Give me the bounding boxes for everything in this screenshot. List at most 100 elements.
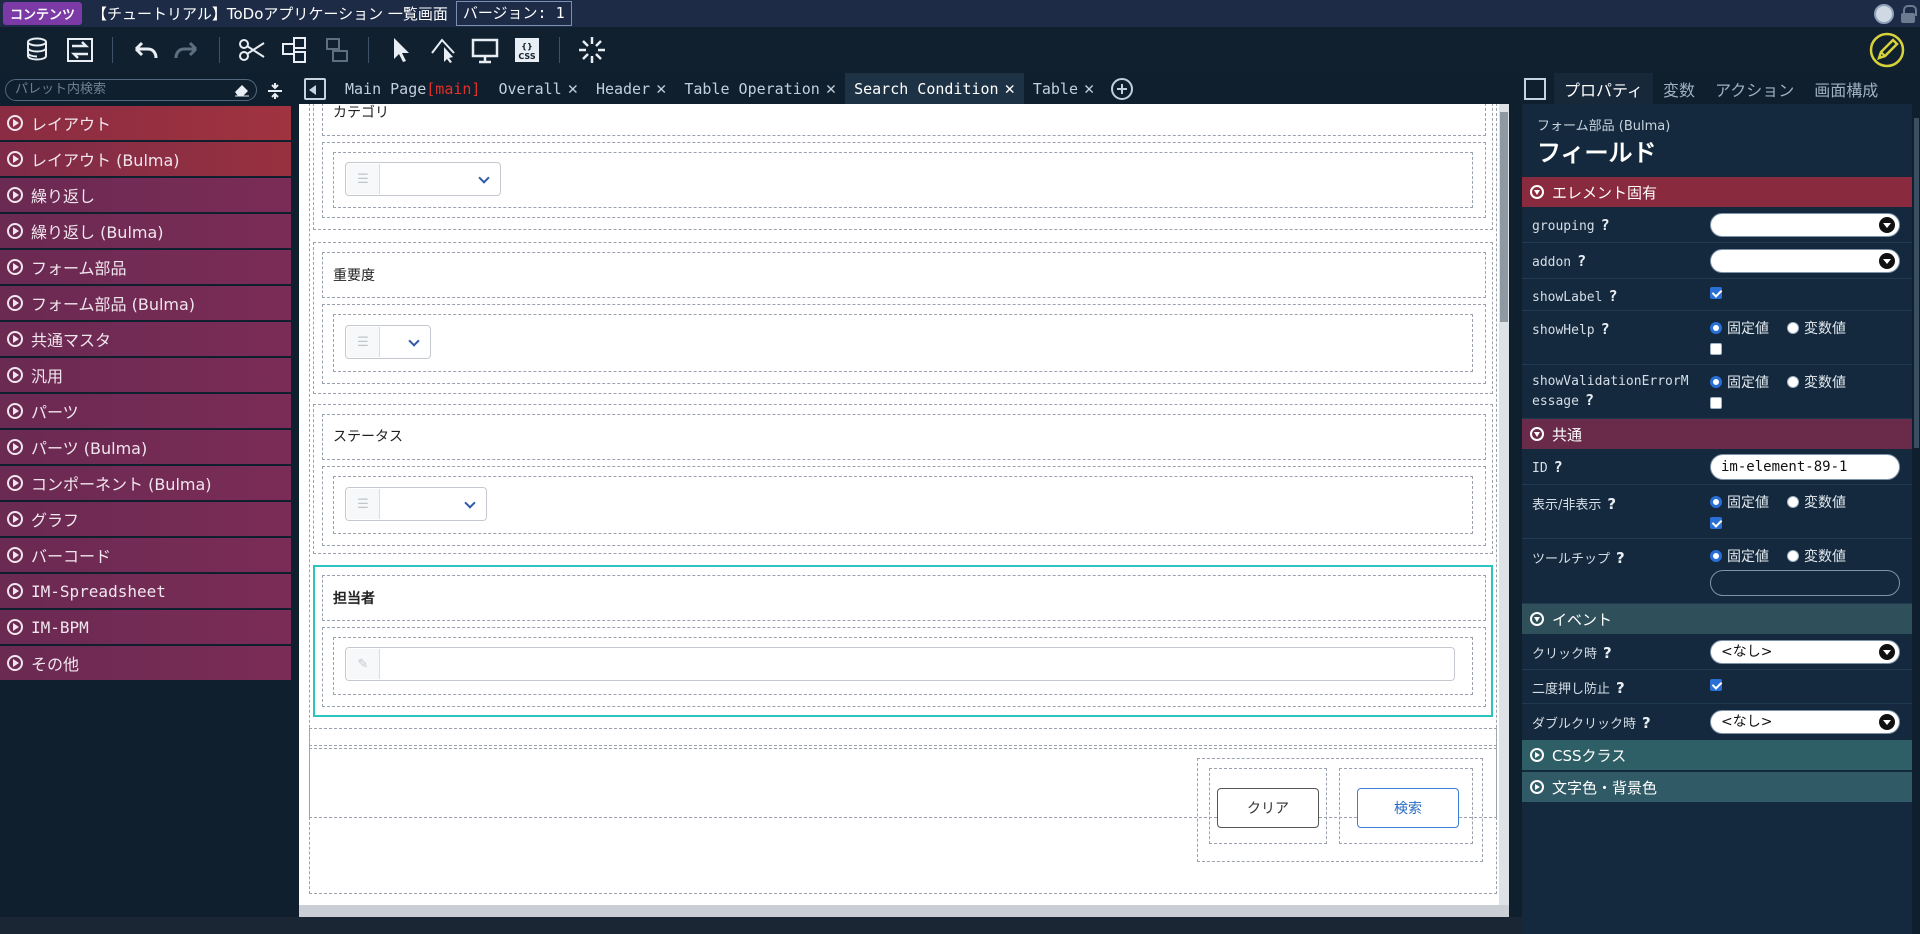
palette-item[interactable]: 汎用 <box>0 358 291 392</box>
paste-icon[interactable] <box>318 32 354 68</box>
property-scrollbar[interactable] <box>1913 104 1920 934</box>
help-icon[interactable]: ? <box>1601 320 1610 338</box>
version-label[interactable]: バージョン: 1 <box>455 1 572 26</box>
showvalidation-checkbox[interactable] <box>1710 397 1722 409</box>
help-icon[interactable]: ? <box>1577 252 1586 270</box>
category-select[interactable]: ☰ <box>345 162 501 196</box>
tooltip-fixed-radio[interactable]: 固定値 <box>1710 546 1769 566</box>
help-icon[interactable]: ? <box>1601 216 1610 234</box>
tooltip-input[interactable] <box>1710 570 1900 596</box>
tab-main-page[interactable]: Main Page [main] <box>336 73 489 104</box>
css-icon[interactable]: {} CSS <box>509 32 545 68</box>
addon-select[interactable] <box>1710 249 1900 273</box>
tab-properties[interactable]: プロパティ <box>1554 73 1654 104</box>
swap-icon[interactable] <box>62 32 98 68</box>
palette-item[interactable]: バーコード <box>0 538 291 572</box>
avatar[interactable] <box>1874 3 1894 24</box>
help-icon[interactable]: ? <box>1607 495 1616 513</box>
visibility-fixed-radio[interactable]: 固定値 <box>1710 492 1769 512</box>
showhelp-variable-radio[interactable]: 変数値 <box>1787 318 1846 338</box>
close-icon[interactable]: ✕ <box>826 79 836 99</box>
eraser-icon[interactable] <box>234 83 250 97</box>
tab-table[interactable]: Table ✕ <box>1024 73 1103 104</box>
close-icon[interactable]: ✕ <box>1084 79 1094 99</box>
cut-icon[interactable] <box>234 32 270 68</box>
visibility-checkbox[interactable] <box>1710 517 1722 529</box>
canvas-horizontal-scrollbar[interactable] <box>299 905 1509 917</box>
lock-icon[interactable] <box>1900 4 1917 23</box>
clear-button[interactable]: クリア <box>1217 788 1319 828</box>
palette-item[interactable]: IM-Spreadsheet <box>0 574 291 608</box>
palette-item[interactable]: パーツ (Bulma) <box>0 430 291 464</box>
add-tab-icon[interactable] <box>1111 77 1134 100</box>
tab-table-operation[interactable]: Table Operation ✕ <box>675 73 845 104</box>
close-icon[interactable]: ✕ <box>656 79 666 99</box>
palette-item[interactable]: グラフ <box>0 502 291 536</box>
palette-item[interactable]: フォーム部品 (Bulma) <box>0 286 291 320</box>
content-badge[interactable]: コンテンツ <box>3 2 83 25</box>
tab-screen-structure[interactable]: 画面構成 <box>1804 73 1888 104</box>
section-element-specific[interactable]: エレメント固有 <box>1522 177 1912 207</box>
palette-item[interactable]: コンポーネント (Bulma) <box>0 466 291 500</box>
palette-item[interactable]: レイアウト (Bulma) <box>0 142 291 176</box>
assignee-label-box[interactable] <box>322 575 1486 621</box>
help-icon[interactable]: ? <box>1585 391 1594 409</box>
panel-collapse-icon[interactable] <box>1524 77 1546 100</box>
showvalidation-fixed-radio[interactable]: 固定値 <box>1710 372 1769 392</box>
palette-item[interactable]: その他 <box>0 646 291 680</box>
help-icon[interactable]: ? <box>1603 644 1612 662</box>
search-button[interactable]: 検索 <box>1357 788 1459 828</box>
database-icon[interactable] <box>20 32 56 68</box>
tab-search-condition[interactable]: Search Condition ✕ <box>845 73 1024 104</box>
showlabel-checkbox[interactable] <box>1710 287 1722 299</box>
category-label-box[interactable] <box>322 104 1486 136</box>
palette-item[interactable]: 共通マスタ <box>0 322 291 356</box>
assignee-input[interactable]: ✎ <box>345 647 1455 681</box>
section-text-bg-color[interactable]: 文字色・背景色 <box>1522 772 1912 802</box>
tooltip-variable-radio[interactable]: 変数値 <box>1787 546 1846 566</box>
tab-header[interactable]: Header ✕ <box>587 73 675 104</box>
palette-item[interactable]: フォーム部品 <box>0 250 291 284</box>
showhelp-fixed-radio[interactable]: 固定値 <box>1710 318 1769 338</box>
id-input[interactable]: im-element-89-1 <box>1710 454 1900 480</box>
tab-actions[interactable]: アクション <box>1705 73 1804 104</box>
priority-label-box[interactable] <box>322 252 1486 298</box>
canvas-scrollbar[interactable] <box>1499 104 1509 910</box>
edit-pen-icon[interactable] <box>1868 31 1906 69</box>
help-icon[interactable]: ? <box>1608 287 1617 305</box>
palette-item[interactable]: IM-BPM <box>0 610 291 644</box>
design-canvas[interactable]: カテゴリ ☰ 重要度 ☰ ステータス ☰ 担当者 ✎ クリア 検索 <box>299 104 1509 910</box>
collapse-all-icon[interactable] <box>265 81 285 101</box>
dblclick-select[interactable]: <なし> <box>1710 710 1900 734</box>
palette-item[interactable]: レイアウト <box>0 106 291 140</box>
help-icon[interactable]: ? <box>1616 679 1625 697</box>
close-icon[interactable]: ✕ <box>568 79 578 99</box>
double-prevent-checkbox[interactable] <box>1710 679 1722 691</box>
redo-icon[interactable] <box>169 32 205 68</box>
visibility-variable-radio[interactable]: 変数値 <box>1787 492 1846 512</box>
showhelp-checkbox[interactable] <box>1710 343 1722 355</box>
tab-variables[interactable]: 変数 <box>1653 73 1705 104</box>
status-select[interactable]: ☰ <box>345 487 487 521</box>
tab-overall[interactable]: Overall ✕ <box>489 73 586 104</box>
showvalidation-variable-radio[interactable]: 変数値 <box>1787 372 1846 392</box>
scrollbar-thumb[interactable] <box>1500 112 1508 322</box>
section-css-class[interactable]: CSSクラス <box>1522 740 1912 770</box>
panel-toggle-icon[interactable] <box>304 77 326 100</box>
scrollbar-thumb[interactable] <box>1914 118 1919 448</box>
close-icon[interactable]: ✕ <box>1005 79 1015 99</box>
pointer-icon[interactable] <box>383 32 419 68</box>
select-area-icon[interactable] <box>425 32 461 68</box>
help-icon[interactable]: ? <box>1616 549 1625 567</box>
undo-icon[interactable] <box>127 32 163 68</box>
palette-item[interactable]: 繰り返し (Bulma) <box>0 214 291 248</box>
grouping-select[interactable] <box>1710 213 1900 237</box>
palette-item[interactable]: 繰り返し <box>0 178 291 212</box>
priority-select[interactable]: ☰ <box>345 325 431 359</box>
palette-item[interactable]: パーツ <box>0 394 291 428</box>
section-event[interactable]: イベント <box>1522 604 1912 634</box>
palette-search-input[interactable]: パレット内検索 <box>5 79 257 101</box>
loading-icon[interactable] <box>574 32 610 68</box>
copy-icon[interactable] <box>276 32 312 68</box>
help-icon[interactable]: ? <box>1642 714 1651 732</box>
